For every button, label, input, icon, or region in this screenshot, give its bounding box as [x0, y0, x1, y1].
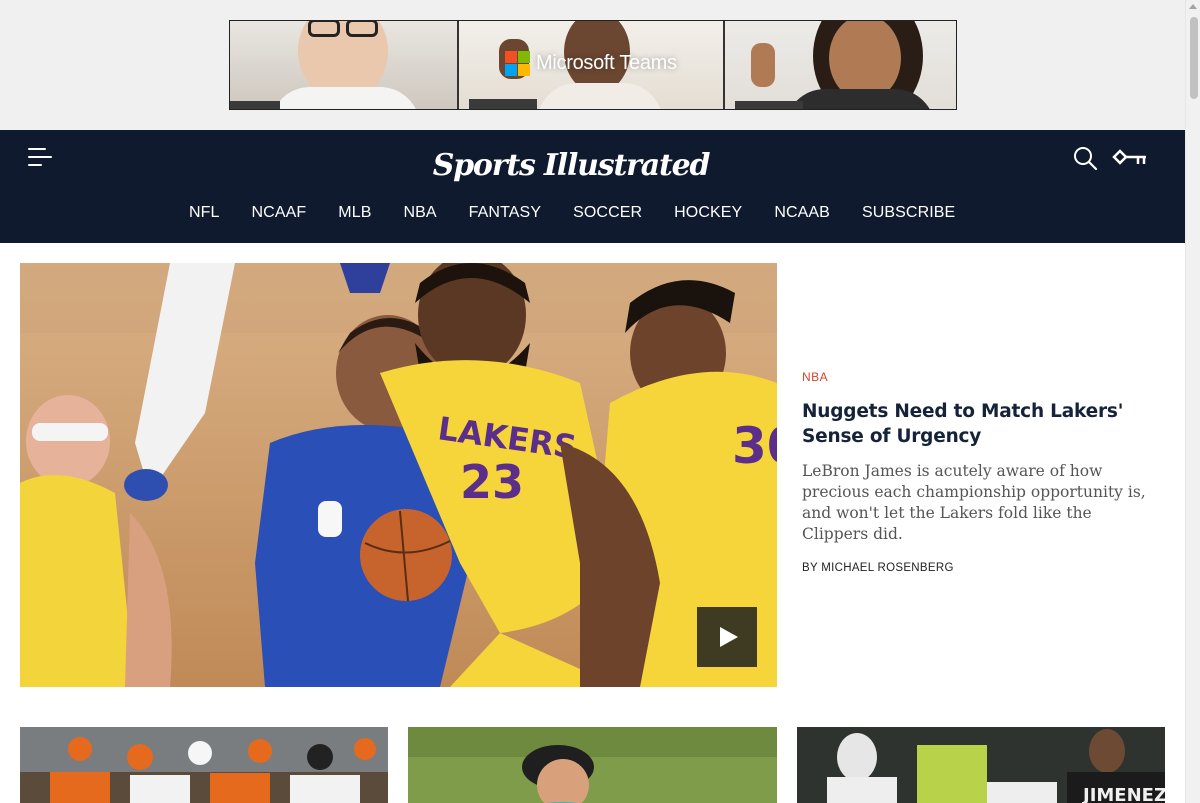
banner-ad[interactable]: Microsoft Teams: [229, 20, 957, 110]
jersey-number-23: 23: [460, 455, 524, 509]
hero-dek: LeBron James is acutely aware of how pre…: [802, 462, 1146, 543]
page: Microsoft Teams Sports Illustrated NFL N…: [0, 0, 1185, 803]
golf-photo: [408, 727, 777, 803]
ad-panel-person-3: [725, 21, 956, 109]
scrollbar[interactable]: [1185, 0, 1200, 803]
hero-title[interactable]: Nuggets Need to Match Lakers' Sense of U…: [802, 399, 1147, 449]
ad-panel-person-1: [230, 21, 459, 109]
microsoft-logo-icon: [505, 51, 530, 76]
nav-item-ncaaf[interactable]: NCAAF: [236, 198, 323, 228]
search-icon[interactable]: [1072, 145, 1098, 171]
football-photo: [20, 727, 388, 803]
nav-item-soccer[interactable]: SOCCER: [557, 198, 658, 228]
jersey-name-jimenez: JIMENEZ: [1081, 785, 1165, 803]
scroll-thumb[interactable]: [1190, 17, 1198, 99]
key-icon[interactable]: [1112, 147, 1148, 169]
scroll-up-arrow-icon[interactable]: [1189, 4, 1197, 9]
ad-panel-person-2: Microsoft Teams: [459, 21, 725, 109]
baseball-photo: JIMENEZ: [797, 727, 1165, 803]
hero-byline: BY MICHAEL ROSENBERG: [802, 562, 954, 574]
menu-icon[interactable]: [28, 147, 54, 169]
hero-article: NBA Nuggets Need to Match Lakers' Sense …: [802, 370, 1147, 574]
ad-band: Microsoft Teams: [0, 0, 1185, 130]
nav-item-fantasy[interactable]: FANTASY: [453, 198, 557, 228]
hero-photo-illustration: 23 LAKERS 30: [20, 263, 777, 687]
play-icon[interactable]: [697, 607, 757, 667]
ad-brand-logo: Microsoft Teams: [505, 51, 677, 76]
thumbnail-baseball[interactable]: JIMENEZ: [797, 727, 1165, 803]
nav-item-ncaab[interactable]: NCAAB: [758, 198, 846, 228]
nav-item-subscribe[interactable]: SUBSCRIBE: [846, 198, 971, 228]
site-logo[interactable]: Sports Illustrated: [420, 148, 722, 184]
ad-brand-text: Microsoft Teams: [536, 52, 677, 74]
hero-image[interactable]: 23 LAKERS 30: [20, 263, 777, 687]
nav-item-mlb[interactable]: MLB: [322, 198, 387, 228]
main-nav: NFL NCAAF MLB NBA FANTASY SOCCER HOCKEY …: [173, 198, 971, 228]
thumbnail-golf[interactable]: [408, 727, 777, 803]
hero-category[interactable]: NBA: [802, 370, 1147, 387]
jersey-number-30: 30: [732, 417, 777, 475]
thumbnail-football[interactable]: [20, 727, 388, 803]
nav-item-nba[interactable]: NBA: [387, 198, 452, 228]
nav-item-nfl[interactable]: NFL: [173, 198, 236, 228]
nav-item-hockey[interactable]: HOCKEY: [658, 198, 758, 228]
